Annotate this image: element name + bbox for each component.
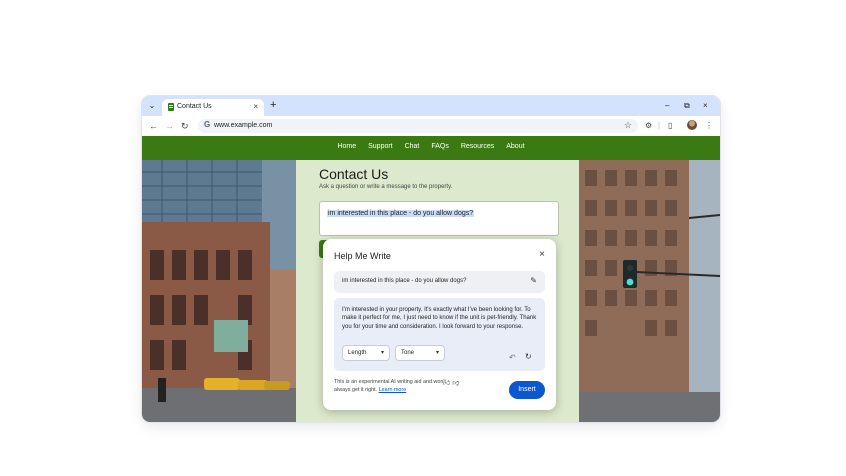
nav-support[interactable]: Support xyxy=(368,143,393,150)
generated-result: I'm interested in your property. It's ex… xyxy=(334,298,545,371)
favicon-icon xyxy=(168,103,174,111)
message-text: im interested in this place - do you all… xyxy=(327,210,475,217)
url-text[interactable]: www.example.com xyxy=(214,122,272,129)
edit-pencil-icon[interactable]: ✎ xyxy=(530,276,537,285)
thumbs-up-icon[interactable]: 👍︎ xyxy=(443,380,450,387)
building-photo-left xyxy=(142,160,296,422)
tab-close-icon[interactable]: × xyxy=(253,102,258,111)
nav-home[interactable]: Home xyxy=(337,143,356,150)
length-dropdown[interactable]: Length ▾ xyxy=(342,345,390,361)
help-me-write-title: Help Me Write xyxy=(334,251,391,261)
profile-avatar[interactable] xyxy=(687,120,697,130)
caret-down-icon: ▾ xyxy=(380,350,384,356)
google-icon: G xyxy=(204,120,211,129)
web-page: Home Support Chat FAQs Resources About C… xyxy=(142,136,720,422)
tone-dropdown[interactable]: Tone ▾ xyxy=(395,345,445,361)
nav-faqs[interactable]: FAQs xyxy=(431,143,449,150)
restore-icon[interactable]: ⧉ xyxy=(684,100,690,112)
message-textarea[interactable]: im interested in this place - do you all… xyxy=(319,201,559,236)
insert-button[interactable]: Insert xyxy=(509,381,545,399)
window-close-icon[interactable]: × xyxy=(703,100,708,112)
contact-subtitle: Ask a question or write a message to the… xyxy=(319,184,453,190)
back-arrow-icon[interactable]: ← xyxy=(149,120,158,132)
active-tab[interactable]: Contact Us × xyxy=(162,99,264,116)
length-label: Length xyxy=(348,350,367,356)
contact-title: Contact Us xyxy=(319,166,389,182)
undo-icon[interactable]: ↶ xyxy=(509,353,516,362)
prompt-text: im interested in this place - do you all… xyxy=(342,278,467,284)
thumbs-down-icon[interactable]: 👎︎ xyxy=(452,380,459,387)
feedback-icons: 👍︎ 👎︎ xyxy=(443,378,459,387)
browser-window: ⌄ Contact Us × + – ⧉ × ← → ↻ G www.examp… xyxy=(142,96,720,422)
new-tab-button[interactable]: + xyxy=(270,99,276,111)
learn-more-link[interactable]: Learn more xyxy=(379,387,407,393)
result-text: I'm interested in your property. It's ex… xyxy=(342,307,537,330)
bookmark-star-icon[interactable]: ☆ xyxy=(624,120,632,131)
prompt-box: im interested in this place - do you all… xyxy=(334,271,545,293)
chevron-down-icon: ⌄ xyxy=(148,101,156,110)
tab-list-button[interactable]: ⌄ xyxy=(146,100,158,112)
tab-strip: ⌄ Contact Us × + – ⧉ × xyxy=(142,96,720,116)
nav-resources[interactable]: Resources xyxy=(461,143,494,150)
tab-title: Contact Us xyxy=(177,103,212,110)
site-nav-bar: Home Support Chat FAQs Resources About xyxy=(142,136,720,160)
address-bar[interactable]: G www.example.com ☆ xyxy=(198,119,638,133)
disclaimer: This is an experimental AI writing aid a… xyxy=(334,378,454,394)
regenerate-icon[interactable]: ↻ xyxy=(525,352,532,361)
building-photo-right xyxy=(579,160,720,422)
nav-chat[interactable]: Chat xyxy=(405,143,420,150)
extensions-icon[interactable]: ⚙ xyxy=(645,120,652,132)
kebab-menu-icon[interactable]: ⋮ xyxy=(705,120,713,132)
browser-toolbar: ← → ↻ G www.example.com ☆ ⚙ | ▯ ⋮ xyxy=(142,116,720,136)
nav-about[interactable]: About xyxy=(506,143,524,150)
toolbar-divider: | xyxy=(658,121,661,130)
tone-label: Tone xyxy=(401,350,415,356)
help-me-write-dialog: Help Me Write × im interested in this pl… xyxy=(323,239,556,410)
forward-arrow-icon[interactable]: → xyxy=(165,120,174,132)
side-panel-icon[interactable]: ▯ xyxy=(668,120,672,132)
caret-down-icon: ▾ xyxy=(435,350,439,356)
reload-icon[interactable]: ↻ xyxy=(181,120,189,132)
minimize-icon[interactable]: – xyxy=(665,100,669,112)
dialog-close-icon[interactable]: × xyxy=(539,249,545,260)
